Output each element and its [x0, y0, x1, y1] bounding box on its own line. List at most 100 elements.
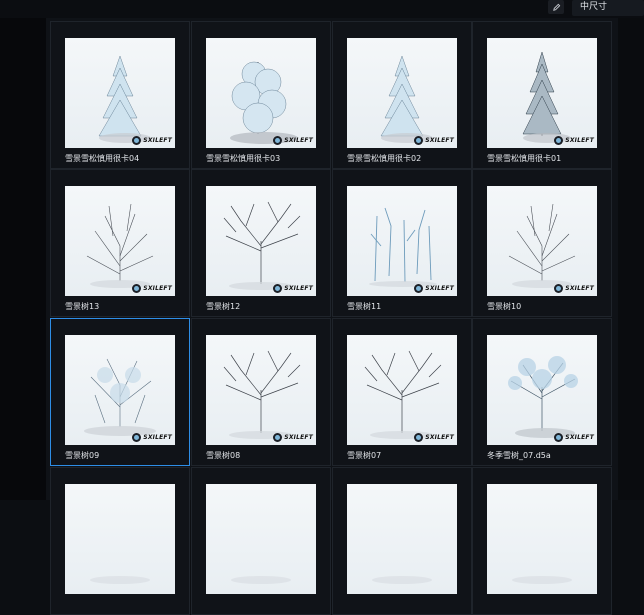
tree-preview [372, 576, 432, 584]
asset-card[interactable] [332, 467, 472, 615]
asset-label: 冬季雪树_07.d5a [487, 451, 551, 460]
asset-thumbnail [65, 484, 175, 594]
asset-card[interactable]: SXILEFT 雪景雪松慎用很卡03 [191, 21, 331, 169]
brand-logo: SXILEFT [414, 284, 454, 293]
brand-mark-icon [273, 284, 283, 293]
tree-preview [512, 576, 572, 584]
asset-thumbnail: SXILEFT [65, 335, 175, 445]
asset-thumbnail: SXILEFT [347, 335, 457, 445]
asset-thumbnail: SXILEFT [487, 335, 597, 445]
brand-logo-text: SXILEFT [425, 285, 454, 292]
brand-logo-text: SXILEFT [284, 137, 313, 144]
asset-card[interactable]: SXILEFT 雪景雪松慎用很卡02 [332, 21, 472, 169]
asset-card[interactable]: SXILEFT 雪景雪松慎用很卡04 [50, 21, 190, 169]
scroll-gutter[interactable] [618, 18, 644, 500]
asset-card[interactable]: SXILEFT 雪景树12 [191, 169, 331, 317]
asset-card[interactable]: SXILEFT 雪景雪松慎用很卡01 [472, 21, 612, 169]
brand-logo: SXILEFT [554, 284, 594, 293]
brand-logo: SXILEFT [132, 433, 172, 442]
asset-label: 雪景树08 [206, 451, 241, 460]
asset-thumbnail: SXILEFT [65, 186, 175, 296]
tree-preview [86, 203, 154, 288]
asset-thumbnail [347, 484, 457, 594]
brand-mark-icon [273, 136, 283, 145]
asset-label: 雪景树10 [487, 302, 522, 311]
asset-card[interactable]: SXILEFT 冬季雪树_07.d5a [472, 318, 612, 466]
brand-mark-icon [414, 136, 424, 145]
asset-card[interactable]: SXILEFT 雪景树07 [332, 318, 472, 466]
tree-preview [223, 201, 301, 290]
brand-mark-icon [273, 433, 283, 442]
asset-thumbnail [487, 484, 597, 594]
asset-thumbnail: SXILEFT [347, 186, 457, 296]
asset-card[interactable] [191, 467, 331, 615]
asset-thumbnail: SXILEFT [206, 38, 316, 148]
brand-logo-text: SXILEFT [143, 434, 172, 441]
brand-logo-text: SXILEFT [143, 285, 172, 292]
tree-preview [364, 350, 442, 439]
asset-card[interactable]: SXILEFT 雪景树08 [191, 318, 331, 466]
asset-label: 雪景树09 [65, 451, 100, 460]
asset-thumbnail: SXILEFT [65, 38, 175, 148]
tree-preview [508, 356, 578, 438]
brand-logo: SXILEFT [554, 433, 594, 442]
edit-button[interactable] [548, 0, 564, 14]
brand-logo: SXILEFT [132, 284, 172, 293]
asset-label: 雪景雪松慎用很卡03 [206, 154, 281, 163]
left-panel [0, 18, 46, 500]
asset-thumbnail: SXILEFT [206, 186, 316, 296]
brand-logo-text: SXILEFT [143, 137, 172, 144]
brand-mark-icon [414, 284, 424, 293]
brand-mark-icon [132, 284, 142, 293]
asset-card[interactable]: SXILEFT 雪景树10 [472, 169, 612, 317]
brand-logo-text: SXILEFT [284, 434, 313, 441]
brand-logo: SXILEFT [273, 433, 313, 442]
asset-thumbnail [206, 484, 316, 594]
tree-preview [230, 61, 298, 144]
brand-logo-text: SXILEFT [565, 285, 594, 292]
asset-thumbnail: SXILEFT [487, 38, 597, 148]
asset-label: 雪景树13 [65, 302, 100, 311]
brand-logo-text: SXILEFT [284, 285, 313, 292]
asset-thumbnail: SXILEFT [347, 38, 457, 148]
tree-preview [522, 51, 571, 143]
asset-card[interactable]: SXILEFT 雪景树13 [50, 169, 190, 317]
tree-preview [84, 358, 156, 436]
brand-logo-text: SXILEFT [425, 137, 454, 144]
asset-thumbnail: SXILEFT [487, 186, 597, 296]
asset-label: 雪景树11 [347, 302, 382, 311]
asset-label: 雪景雪松慎用很卡04 [65, 154, 140, 163]
top-toolbar: 中尺寸 [0, 0, 644, 18]
asset-label: 雪景树07 [347, 451, 382, 460]
tree-preview [98, 55, 151, 143]
brand-logo: SXILEFT [273, 284, 313, 293]
brand-mark-icon [414, 433, 424, 442]
brand-mark-icon [554, 284, 564, 293]
asset-label: 雪景雪松慎用很卡02 [347, 154, 422, 163]
asset-label: 雪景雪松慎用很卡01 [487, 154, 562, 163]
brand-mark-icon [132, 433, 142, 442]
brand-logo-text: SXILEFT [565, 434, 594, 441]
thumbnail-size-select[interactable]: 中尺寸 [572, 0, 644, 16]
brand-logo: SXILEFT [132, 136, 172, 145]
asset-thumbnail: SXILEFT [206, 335, 316, 445]
tree-preview [380, 55, 433, 143]
asset-card[interactable] [50, 467, 190, 615]
asset-label: 雪景树12 [206, 302, 241, 311]
tree-preview [90, 576, 150, 584]
asset-card[interactable] [472, 467, 612, 615]
pencil-icon [552, 3, 560, 11]
tree-preview [223, 350, 301, 439]
tree-preview [369, 207, 437, 287]
brand-logo: SXILEFT [414, 136, 454, 145]
brand-mark-icon [132, 136, 142, 145]
asset-card[interactable]: SXILEFT 雪景树09 [50, 318, 190, 466]
brand-logo: SXILEFT [273, 136, 313, 145]
tree-preview [508, 203, 576, 288]
brand-logo-text: SXILEFT [565, 137, 594, 144]
brand-logo: SXILEFT [554, 136, 594, 145]
tree-preview [231, 576, 291, 584]
brand-logo: SXILEFT [414, 433, 454, 442]
asset-card[interactable]: SXILEFT 雪景树11 [332, 169, 472, 317]
brand-logo-text: SXILEFT [425, 434, 454, 441]
